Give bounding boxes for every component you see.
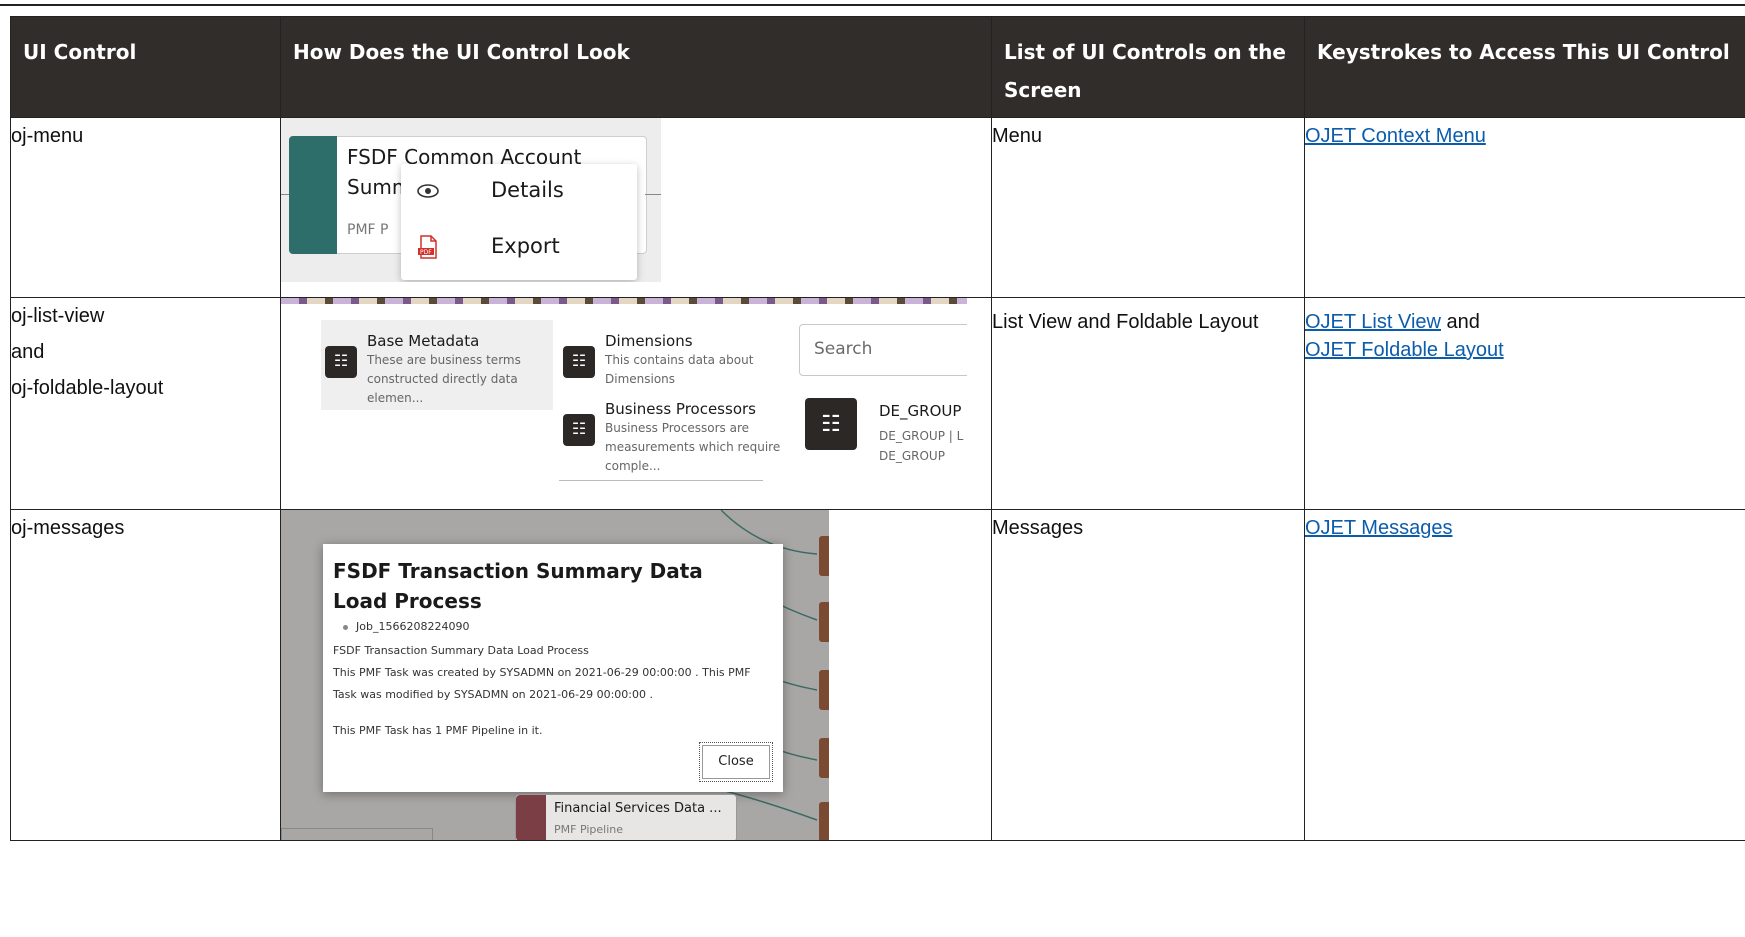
- menu-item-details[interactable]: Details: [401, 164, 637, 218]
- result-title: DE_GROUP: [879, 402, 962, 420]
- context-menu: Details PDF Export: [401, 164, 637, 280]
- tile-title: Dimensions: [605, 332, 693, 350]
- control-name: oj-foldable-layout: [11, 377, 164, 399]
- hierarchy-icon: ☷: [805, 398, 857, 450]
- hierarchy-icon: ☷: [325, 346, 357, 378]
- node-subtitle: PMF Pipeline: [554, 823, 623, 836]
- header-how-look: How Does the UI Control Look: [280, 16, 992, 118]
- search-input[interactable]: Search: [799, 324, 967, 376]
- menu-item-label: Export: [491, 234, 560, 258]
- result-line: DE_GROUP: [879, 449, 945, 463]
- look-cell: FSDF Transaction Summary Data Load Proce…: [280, 509, 992, 841]
- menu-item-label: Details: [491, 178, 564, 202]
- divider: [559, 480, 763, 481]
- control-cell: oj-list-view and oj-foldable-layout: [10, 297, 281, 510]
- pipeline-node[interactable]: Financial Services Data ... PMF Pipeline: [515, 794, 737, 840]
- dialog-title: FSDF Transaction Summary Data Load Proce…: [333, 559, 703, 613]
- header-list-controls: List of UI Controls on the Screen: [991, 16, 1305, 118]
- dialog-line: This PMF Task was created by SYSADMN on …: [333, 666, 751, 679]
- list-cell: Messages: [991, 509, 1305, 841]
- hierarchy-icon: ☷: [563, 346, 595, 378]
- dialog-line: Task was modified by SYSADMN on 2021-06-…: [333, 688, 653, 701]
- table-row: oj-messages FSDF Transaction Summary Dat…: [10, 509, 1745, 841]
- keystrokes-cell: OJET List View and OJET Foldable Layout: [1304, 297, 1745, 510]
- message-dialog: FSDF Transaction Summary Data Load Proce…: [323, 544, 783, 792]
- pdf-icon: PDF: [418, 235, 437, 259]
- node-bar: [819, 602, 829, 642]
- table-header-row: UI Control How Does the UI Control Look …: [10, 16, 1745, 118]
- node-bar: [819, 738, 829, 778]
- tile-description: This contains data about Dimensions: [605, 353, 754, 386]
- look-cell: ☷ Base Metadata These are business terms…: [280, 297, 992, 510]
- ojet-list-view-link[interactable]: OJET List View: [1305, 311, 1441, 333]
- header-ui-control: UI Control: [10, 16, 281, 118]
- messages-screenshot: FSDF Transaction Summary Data Load Proce…: [281, 510, 829, 840]
- tile-title: Business Processors: [605, 400, 756, 418]
- menu-screenshot: FSDF Common Account Summary PMF P Detail…: [281, 118, 661, 282]
- node-color-bar: [516, 795, 546, 840]
- connector-line: [645, 194, 661, 195]
- node-title: Financial Services Data ...: [554, 801, 722, 816]
- ojet-foldable-layout-link[interactable]: OJET Foldable Layout: [1305, 339, 1504, 361]
- tile-description: Business Processors are measurements whi…: [605, 421, 781, 473]
- node-color-bar: [289, 136, 337, 254]
- control-name: oj-list-view: [11, 305, 105, 327]
- hierarchy-icon: ☷: [563, 414, 595, 446]
- ojet-context-menu-link[interactable]: OJET Context Menu: [1305, 125, 1486, 147]
- ojet-messages-link[interactable]: OJET Messages: [1305, 517, 1452, 539]
- control-cell: oj-messages: [10, 509, 281, 841]
- control-cell: oj-menu: [10, 117, 281, 298]
- close-button[interactable]: Close: [699, 742, 773, 782]
- table-row: oj-menu FSDF Common Account Summary PMF …: [10, 117, 1745, 298]
- bullet-icon: [343, 624, 348, 630]
- node-subtitle: PMF P: [347, 222, 389, 238]
- connector-line: [281, 194, 289, 195]
- job-id: Job_1566208224090: [343, 620, 469, 633]
- list-item[interactable]: ☷ Dimensions This contains data about Di…: [563, 332, 783, 392]
- table-row: oj-list-view and oj-foldable-layout ☷ Ba…: [10, 297, 1745, 510]
- eye-icon: [417, 184, 439, 198]
- ui-controls-table: UI Control How Does the UI Control Look …: [10, 16, 1745, 841]
- node-card: [281, 828, 433, 840]
- node-bar: [819, 670, 829, 710]
- keystrokes-cell: OJET Context Menu: [1304, 117, 1745, 298]
- list-item[interactable]: ☷ Base Metadata These are business terms…: [325, 332, 545, 412]
- search-placeholder: Search: [814, 339, 873, 359]
- svg-text:PDF: PDF: [420, 249, 432, 256]
- list-item[interactable]: ☷ Business Processors Business Processor…: [563, 400, 783, 480]
- control-name: oj-menu: [11, 125, 84, 147]
- top-rule: [0, 4, 1745, 6]
- control-name-joiner: and: [11, 341, 45, 363]
- list-view-screenshot: ☷ Base Metadata These are business terms…: [281, 298, 967, 494]
- menu-item-export[interactable]: PDF Export: [401, 220, 637, 274]
- link-joiner: and: [1446, 311, 1480, 333]
- list-cell: Menu: [991, 117, 1305, 298]
- look-cell: FSDF Common Account Summary PMF P Detail…: [280, 117, 992, 298]
- dialog-line: FSDF Transaction Summary Data Load Proce…: [333, 644, 589, 657]
- node-bar: [819, 802, 829, 840]
- tile-title: Base Metadata: [367, 332, 480, 350]
- job-id-text: Job_1566208224090: [356, 620, 470, 633]
- header-keystrokes: Keystrokes to Access This UI Control: [1304, 16, 1745, 118]
- list-cell: List View and Foldable Layout: [991, 297, 1305, 510]
- result-detail: DE_GROUP | L DE_GROUP: [879, 426, 963, 466]
- control-name: oj-messages: [11, 517, 125, 539]
- dialog-line: This PMF Task has 1 PMF Pipeline in it.: [333, 724, 543, 737]
- keystrokes-cell: OJET Messages: [1304, 509, 1745, 841]
- result-line: DE_GROUP | L: [879, 429, 964, 443]
- tile-description: These are business terms constructed dir…: [367, 353, 521, 405]
- node-bar: [819, 536, 829, 576]
